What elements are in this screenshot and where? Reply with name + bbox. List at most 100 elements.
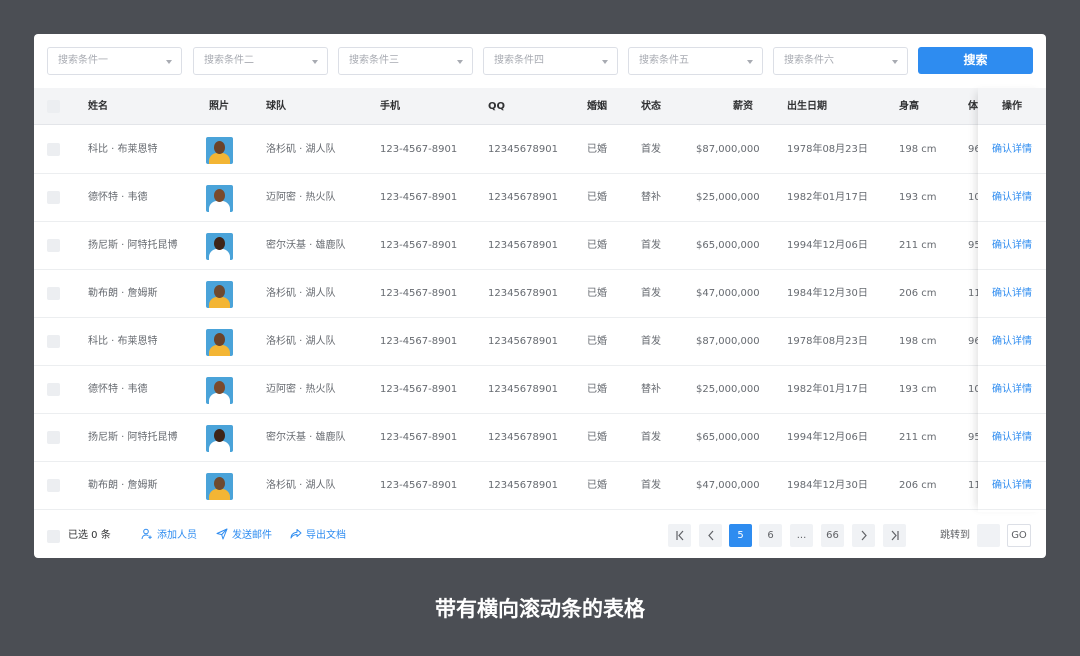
- chevron-down-icon: [892, 60, 898, 64]
- row-checkbox[interactable]: [47, 383, 60, 396]
- header-photo[interactable]: 照片: [209, 88, 229, 125]
- search-select-1[interactable]: 搜索条件一: [47, 47, 182, 75]
- row-checkbox[interactable]: [47, 431, 60, 444]
- footer-select-checkbox[interactable]: [47, 530, 60, 543]
- cell-status: 首发: [641, 336, 661, 347]
- table-card: 搜索条件一 搜索条件二 搜索条件三 搜索条件四 搜索条件五 搜索条件六 搜索 姓…: [34, 34, 1046, 558]
- row-checkbox[interactable]: [47, 287, 60, 300]
- player-avatar: [206, 281, 233, 308]
- jump-page-input[interactable]: [977, 524, 1000, 547]
- table-row: 德怀特 · 韦德 迈阿密 · 热火队 123-4567-8901 1234567890…: [34, 174, 1046, 222]
- player-avatar: [206, 233, 233, 260]
- header-height[interactable]: 身高: [899, 88, 919, 125]
- prev-page-button[interactable]: [699, 524, 722, 547]
- page-caption: 带有横向滚动条的表格: [435, 597, 645, 621]
- cell-salary: $65,000,000: [696, 240, 760, 251]
- cell-height: 211 cm: [899, 432, 937, 443]
- export-doc-button[interactable]: 导出文档: [290, 514, 346, 558]
- cell-height: 193 cm: [899, 192, 937, 203]
- first-page-button[interactable]: [668, 524, 691, 547]
- cell-phone: 123-4567-8901: [380, 432, 458, 443]
- cell-birth: 1994年12月06日: [787, 240, 868, 251]
- header-phone[interactable]: 手机: [380, 88, 400, 125]
- table-row: 德怀特 · 韦德 迈阿密 · 热火队 123-4567-8901 1234567890…: [34, 366, 1046, 414]
- cell-height: 206 cm: [899, 288, 937, 299]
- cell-name: 德怀特 · 韦德: [88, 192, 148, 203]
- cell-weight: 95: [968, 432, 978, 443]
- add-member-button[interactable]: 添加人员: [141, 514, 197, 558]
- cell-status: 替补: [641, 192, 661, 203]
- search-select-4[interactable]: 搜索条件四: [483, 47, 618, 75]
- confirm-details-link[interactable]: 确认详情: [992, 414, 1032, 462]
- confirm-details-link[interactable]: 确认详情: [992, 462, 1032, 510]
- cell-name: 勒布朗 · 詹姆斯: [88, 480, 158, 491]
- cell-status: 首发: [641, 240, 661, 251]
- last-page-button[interactable]: [883, 524, 906, 547]
- row-checkbox[interactable]: [47, 191, 60, 204]
- cell-salary: $65,000,000: [696, 432, 760, 443]
- header-name[interactable]: 姓名: [88, 88, 108, 125]
- cell-team: 迈阿密 · 热火队: [266, 192, 336, 203]
- row-checkbox[interactable]: [47, 335, 60, 348]
- cell-qq: 12345678901: [488, 480, 558, 491]
- header-status[interactable]: 状态: [641, 88, 661, 125]
- search-button[interactable]: 搜索: [918, 47, 1033, 74]
- chevron-left-icon: [707, 530, 713, 541]
- chevron-down-icon: [602, 60, 608, 64]
- cell-name: 扬尼斯 · 阿特托昆博: [88, 240, 178, 251]
- cell-marital: 已婚: [587, 288, 607, 299]
- jump-label: 跳转到: [940, 530, 970, 541]
- header-qq[interactable]: QQ: [488, 88, 505, 125]
- cell-name: 德怀特 · 韦德: [88, 384, 148, 395]
- header-birth[interactable]: 出生日期: [787, 88, 827, 125]
- player-avatar: [206, 377, 233, 404]
- confirm-details-link[interactable]: 确认详情: [992, 318, 1032, 366]
- header-team[interactable]: 球队: [266, 88, 286, 125]
- cell-phone: 123-4567-8901: [380, 240, 458, 251]
- confirm-details-link[interactable]: 确认详情: [992, 366, 1032, 414]
- cell-phone: 123-4567-8901: [380, 192, 458, 203]
- send-mail-button[interactable]: 发送邮件: [216, 514, 272, 558]
- chevron-down-icon: [166, 60, 172, 64]
- add-user-icon: [141, 528, 152, 540]
- page-ellipsis[interactable]: ...: [790, 524, 813, 547]
- row-checkbox[interactable]: [47, 143, 60, 156]
- header-marital[interactable]: 婚姻: [587, 88, 607, 125]
- cell-salary: $47,000,000: [696, 288, 760, 299]
- confirm-details-link[interactable]: 确认详情: [992, 174, 1032, 222]
- player-avatar: [206, 473, 233, 500]
- header-weight[interactable]: 体: [968, 88, 978, 125]
- go-button[interactable]: GO: [1007, 524, 1031, 547]
- cell-phone: 123-4567-8901: [380, 288, 458, 299]
- page-button-66[interactable]: 66: [821, 524, 844, 547]
- player-avatar: [206, 185, 233, 212]
- row-checkbox[interactable]: [47, 239, 60, 252]
- cell-height: 206 cm: [899, 480, 937, 491]
- cell-salary: $25,000,000: [696, 192, 760, 203]
- first-page-icon: [675, 530, 683, 541]
- cell-team: 洛杉矶 · 湖人队: [266, 336, 336, 347]
- search-select-6[interactable]: 搜索条件六: [773, 47, 908, 75]
- player-avatar: [206, 329, 233, 356]
- player-avatar: [206, 425, 233, 452]
- confirm-details-link[interactable]: 确认详情: [992, 222, 1032, 270]
- search-select-5[interactable]: 搜索条件五: [628, 47, 763, 75]
- page-button-6[interactable]: 6: [759, 524, 782, 547]
- share-icon: [290, 529, 302, 539]
- cell-name: 勒布朗 · 詹姆斯: [88, 288, 158, 299]
- cell-salary: $87,000,000: [696, 144, 760, 155]
- cell-height: 193 cm: [899, 384, 937, 395]
- cell-qq: 12345678901: [488, 336, 558, 347]
- select-all-checkbox[interactable]: [47, 100, 60, 113]
- confirm-details-link[interactable]: 确认详情: [992, 126, 1032, 174]
- row-checkbox[interactable]: [47, 479, 60, 492]
- cell-weight: 11: [968, 288, 978, 299]
- search-select-2[interactable]: 搜索条件二: [193, 47, 328, 75]
- confirm-details-link[interactable]: 确认详情: [992, 270, 1032, 318]
- header-salary[interactable]: 薪资: [733, 88, 753, 125]
- search-select-3[interactable]: 搜索条件三: [338, 47, 473, 75]
- page-button-5[interactable]: 5: [729, 524, 752, 547]
- cell-team: 洛杉矶 · 湖人队: [266, 480, 336, 491]
- chevron-down-icon: [747, 60, 753, 64]
- next-page-button[interactable]: [852, 524, 875, 547]
